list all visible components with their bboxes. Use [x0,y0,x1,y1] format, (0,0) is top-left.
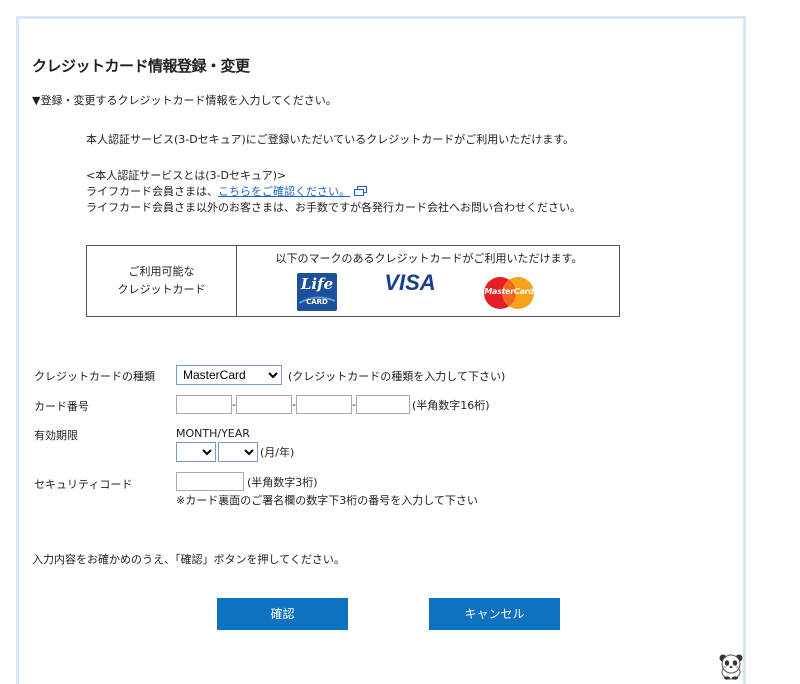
card-number-hint: (半角数字16桁) [411,398,490,412]
mastercard-logo-text: MasterCard [484,287,534,296]
external-window-icon[interactable] [354,185,367,200]
card-type-select-wrap: MasterCard [176,364,282,385]
expiry-label: 有効期限 [34,429,78,442]
life-card-confirm-link[interactable]: こちらをご確認ください。 [218,185,350,198]
available-cards-table: ご利用可能な クレジットカード 以下のマークのあるクレジットカードがご利用いただ… [86,245,620,317]
life-card-logo-top: Life [300,275,334,293]
security-code-hint: (半角数字3桁) [247,475,318,489]
instruction-text: ▼登録・変更するクレジットカード情報を入力してください。 [32,94,337,107]
card-number-input-4[interactable] [355,395,410,414]
confirm-instruction: 入力内容をお確かめのうえ、「確認」ボタンを押してください。 [32,553,345,566]
panda-mascot-icon[interactable] [718,652,744,684]
security-code-note: ※カード裏面のご署名欄の数字下3桁の番号を入力して下さい [176,494,478,507]
mastercard-logo: MasterCard [481,276,537,310]
expiry-month-select[interactable] [176,442,216,462]
security-code-group: (半角数字3桁) [176,472,318,491]
confirm-button[interactable]: 確認 [217,598,348,630]
content-frame [16,16,746,684]
available-cards-label-line1: ご利用可能な [128,265,195,278]
card-number-input-2[interactable] [235,395,292,414]
expiry-year-select[interactable] [218,442,258,462]
card-number-input-3[interactable] [295,395,352,414]
available-cards-message: 以下のマークのあるクレジットカードがご利用いただけます。 [275,252,583,265]
3d-secure-about-heading: <本人認証サービスとは(3-Dセキュア)> [86,169,287,182]
security-code-label: セキュリティコード [34,478,133,491]
expiry-caption: MONTH/YEAR [176,427,250,440]
card-type-hint: (クレジットカードの種類を入力して下さい) [288,370,506,383]
life-card-logo: Life CARD [297,273,337,311]
available-cards-label: ご利用可能な クレジットカード [87,263,236,299]
expiry-hint: (月/年) [260,446,295,459]
card-number-input-1[interactable] [176,395,232,414]
available-cards-label-line2: クレジットカード [117,283,206,296]
card-type-select[interactable]: MasterCard [176,365,282,385]
life-card-note-prefix: ライフカード会員さまは、 [86,185,218,198]
card-number-group: - - - (半角数字16桁) [176,395,490,414]
life-card-note: ライフカード会員さまは、こちらをご確認ください。 [86,184,367,200]
3d-secure-note: 本人認証サービス(3-Dセキュア)にご登録いただいているクレジットカードがご利用… [86,133,575,146]
expiry-group: (月/年) [176,442,294,462]
cancel-button[interactable]: キャンセル [429,598,560,630]
life-card-logo-bottom: CARD [306,298,328,306]
visa-logo: VISA [384,270,436,295]
card-type-label: クレジットカードの種類 [34,370,155,383]
page-title: クレジットカード情報登録・変更 [32,57,250,75]
security-code-input[interactable] [176,472,244,491]
other-card-note: ライフカード会員さま以外のお客さまは、お手数ですが各発行カード会社へお問い合わせ… [86,201,581,214]
card-number-label: カード番号 [34,400,89,413]
